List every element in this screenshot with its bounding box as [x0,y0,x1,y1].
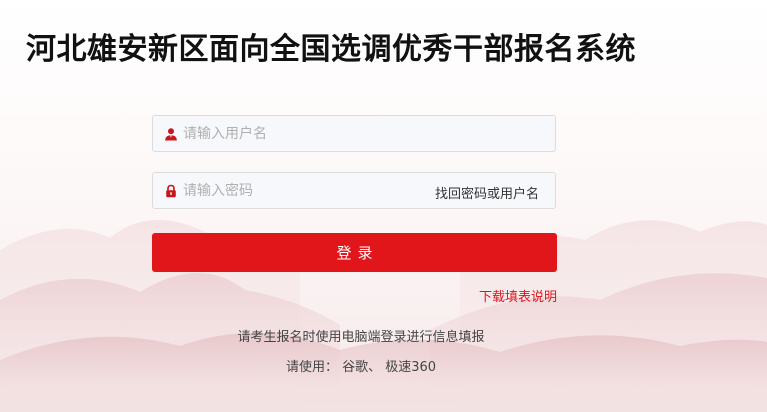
password-field[interactable]: 找回密码或用户名 [152,172,556,209]
browser-notice: 请考生报名时使用电脑端登录进行信息填报 [237,330,485,345]
username-field[interactable] [152,115,556,152]
username-input[interactable] [183,116,423,151]
browser-recommendation: 请使用： 谷歌、 极速360 [285,360,437,375]
password-input[interactable] [183,173,423,208]
download-instructions-link[interactable]: 下载填表说明 [479,286,557,305]
lock-icon [166,184,176,198]
user-icon [165,128,177,141]
page-title: 河北雄安新区面向全国选调优秀干部报名系统 [26,32,636,67]
login-button[interactable]: 登录 [152,233,557,272]
recover-password-link[interactable]: 找回密码或用户名 [435,183,539,202]
